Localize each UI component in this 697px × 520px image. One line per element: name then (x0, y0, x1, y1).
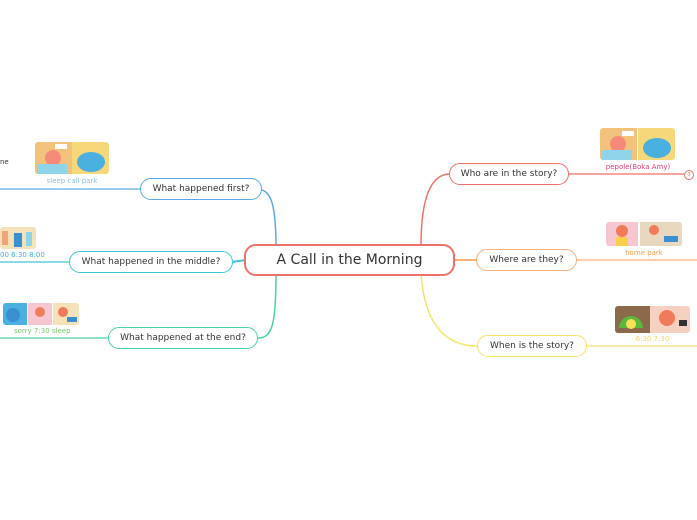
image-time[interactable] (615, 306, 690, 333)
illustration-icon (3, 303, 79, 325)
caption-end: sorry 7:30 sleep (14, 327, 71, 335)
truncated-text: ne (0, 158, 9, 166)
topic-what-happened-middle[interactable]: What happened in the middle? (69, 251, 233, 273)
illustration-icon (0, 227, 36, 249)
collapse-count: 3 (687, 172, 691, 178)
topic-label: When is the story? (490, 341, 574, 351)
topic-label: Who are in the story? (460, 169, 558, 179)
image-sleep-call-park[interactable] (35, 142, 109, 174)
image-people[interactable] (600, 128, 675, 160)
illustration-icon (615, 306, 690, 333)
illustration-icon (600, 128, 675, 160)
topic-who-in-story[interactable]: Who are in the story? (449, 163, 569, 185)
topic-label: What happened at the end? (120, 333, 246, 343)
illustration-icon (35, 142, 109, 174)
central-topic[interactable]: A Call in the Morning (244, 244, 455, 276)
topic-where-are-they[interactable]: Where are they? (476, 249, 577, 271)
link-end (257, 273, 277, 339)
topic-label: What happened in the middle? (81, 257, 221, 267)
link-who (420, 173, 451, 247)
image-home-park[interactable] (606, 222, 682, 246)
link-when (420, 273, 478, 347)
topic-what-happened-end[interactable]: What happened at the end? (108, 327, 258, 349)
topic-when-is-story[interactable]: When is the story? (477, 335, 587, 357)
collapse-count-badge[interactable]: 3 (684, 170, 694, 180)
illustration-icon (606, 222, 682, 246)
image-sorry-sleep[interactable] (3, 303, 79, 325)
image-middle[interactable] (0, 227, 36, 249)
central-topic-label: A Call in the Morning (276, 252, 423, 268)
caption-where: home park (625, 249, 663, 257)
topic-what-happened-first[interactable]: What happened first? (140, 178, 262, 200)
caption-first: sleep call park (46, 177, 98, 185)
topic-label: Where are they? (489, 255, 564, 265)
topic-label: What happened first? (152, 184, 250, 194)
caption-who: pepole(Boka Amy) (605, 163, 671, 171)
caption-when: 6:30 7:30 (635, 335, 670, 343)
link-first (255, 188, 277, 249)
caption-middle: 00 6:30 8:00 (0, 251, 45, 259)
